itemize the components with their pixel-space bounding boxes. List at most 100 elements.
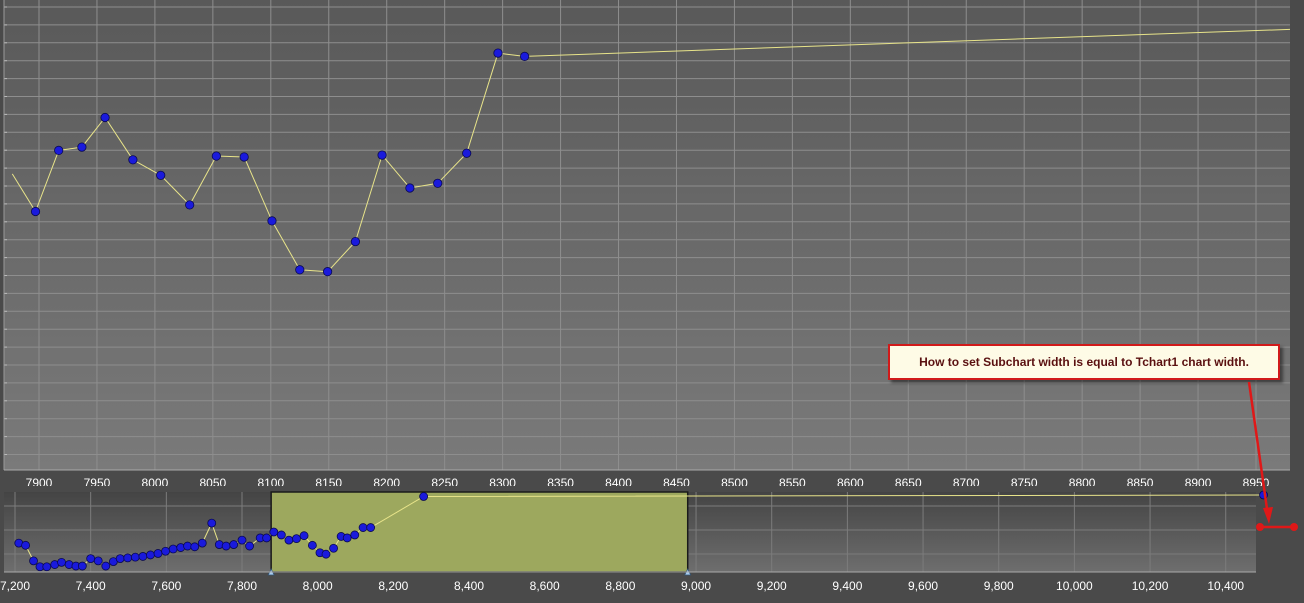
main-x-tick-label: 8400: [605, 476, 632, 486]
sub-data-point: [42, 562, 52, 572]
sub-data-point: [123, 553, 133, 563]
sub-x-tick-label: 8,400: [454, 579, 484, 593]
sub-data-point: [299, 531, 309, 541]
main-data-point: [128, 155, 138, 165]
sub-data-point: [115, 554, 125, 564]
main-x-tick-label: 8000: [142, 476, 169, 486]
sub-data-point: [168, 544, 178, 554]
main-x-tick-label: 8150: [315, 476, 342, 486]
main-plot-area: [4, 0, 1290, 470]
main-x-tick-label: 8950: [1243, 476, 1270, 486]
main-data-point: [211, 151, 221, 161]
annotation-text: How to set Subchart width is equal to Tc…: [919, 355, 1249, 369]
main-x-tick-label: 8650: [895, 476, 922, 486]
sub-data-point: [284, 535, 294, 545]
main-data-point: [462, 148, 472, 158]
sub-data-point: [146, 550, 155, 560]
main-x-tick-label: 8850: [1127, 476, 1154, 486]
sub-data-point: [350, 530, 360, 540]
main-data-point: [239, 152, 249, 162]
main-data-point: [267, 216, 277, 226]
main-x-tick-label: 7950: [84, 476, 111, 486]
sub-data-point: [1259, 490, 1268, 500]
main-data-point: [185, 200, 195, 210]
sub-x-tick-label: 8,000: [303, 579, 333, 593]
main-x-tick-label: 8250: [431, 476, 458, 486]
main-x-tick-label: 8500: [721, 476, 748, 486]
main-x-tick-label: 8300: [489, 476, 516, 486]
sub-data-point: [77, 561, 87, 571]
sub-chart[interactable]: 7,200 7,400 7,600 7,800 8,000 8,200 8,400 8,600…: [0, 486, 1304, 603]
main-x-tick-label: 7900: [26, 476, 53, 486]
main-data-point: [295, 265, 305, 275]
sub-x-tick-label: 7,200: [0, 579, 30, 593]
main-data-point: [433, 178, 443, 188]
sub-x-tick-label: 7,600: [151, 579, 181, 593]
sub-data-point: [237, 535, 247, 545]
main-x-tick-label: 8450: [663, 476, 690, 486]
main-x-tick-label: 8800: [1069, 476, 1096, 486]
main-data-point: [405, 183, 415, 193]
sub-data-point: [366, 523, 376, 532]
main-data-point: [156, 170, 166, 180]
sub-x-axis: 7,200 7,400 7,600 7,800 8,000 8,200 8,400 8,600…: [0, 571, 1256, 593]
main-x-tick-label: 8700: [953, 476, 980, 486]
main-data-point: [30, 206, 41, 217]
sub-data-point: [329, 543, 338, 553]
main-data-point: [77, 142, 87, 152]
sub-x-tick-label: 9,800: [984, 579, 1014, 593]
main-x-tick-label: 8050: [200, 476, 227, 486]
sub-data-point: [245, 541, 254, 551]
sub-data-point: [321, 549, 331, 559]
sub-data-point: [221, 541, 231, 551]
main-x-tick-label: 8100: [257, 476, 284, 486]
sub-data-point: [138, 552, 148, 561]
main-x-tick-label: 8350: [547, 476, 574, 486]
main-data-point: [520, 51, 530, 62]
sub-data-point: [307, 540, 317, 550]
sub-data-point: [197, 538, 207, 548]
main-x-tick-label: 8750: [1011, 476, 1038, 486]
main-x-tick-label: 8200: [373, 476, 400, 486]
sub-x-tick-label: 7,400: [76, 579, 106, 593]
sub-x-tick-label: 9,600: [908, 579, 938, 593]
sub-data-point: [262, 533, 272, 543]
main-x-tick-label: 8900: [1185, 476, 1212, 486]
sub-data-point: [183, 541, 192, 551]
sub-data-point: [161, 546, 170, 556]
sub-x-tick-label: 10,400: [1207, 579, 1244, 593]
annotation-callout: How to set Subchart width is equal to Tc…: [888, 344, 1280, 380]
sub-x-tick-label: 8,600: [530, 579, 560, 593]
sub-x-tick-label: 7,800: [227, 579, 257, 593]
sub-data-point: [419, 492, 429, 501]
main-data-point: [54, 145, 64, 155]
sub-data-point: [153, 549, 163, 558]
sub-selection-range[interactable]: [270, 491, 689, 573]
sub-data-point: [229, 540, 239, 549]
sub-data-point: [29, 556, 38, 566]
sub-x-tick-label: 9,200: [757, 579, 787, 593]
main-data-point: [100, 112, 110, 123]
sub-data-point: [207, 518, 217, 528]
sub-data-point: [101, 561, 111, 571]
main-data-point: [377, 150, 387, 160]
sub-x-tick-label: 8,800: [605, 579, 635, 593]
main-data-point: [323, 267, 333, 277]
main-x-tick-label: 8550: [779, 476, 806, 486]
main-chart[interactable]: 7900 7950 8000 8050 8100 8150 8200 8250 8300 8350…: [0, 0, 1290, 486]
main-data-point: [350, 236, 361, 247]
sub-x-tick-label: 9,000: [681, 579, 711, 593]
sub-data-point: [130, 552, 140, 562]
main-x-tick-label: 8600: [837, 476, 864, 486]
sub-data-point: [269, 527, 279, 537]
sub-data-point: [93, 556, 103, 566]
main-data-point: [493, 48, 503, 58]
sub-data-point: [358, 523, 368, 532]
sub-data-point: [292, 534, 301, 544]
sub-data-point: [57, 557, 66, 567]
sub-x-tick-label: 8,200: [378, 579, 408, 593]
sub-data-point: [86, 554, 96, 564]
sub-data-point: [342, 533, 352, 543]
sub-data-point: [21, 540, 30, 550]
sub-x-tick-label: 9,400: [832, 579, 862, 593]
